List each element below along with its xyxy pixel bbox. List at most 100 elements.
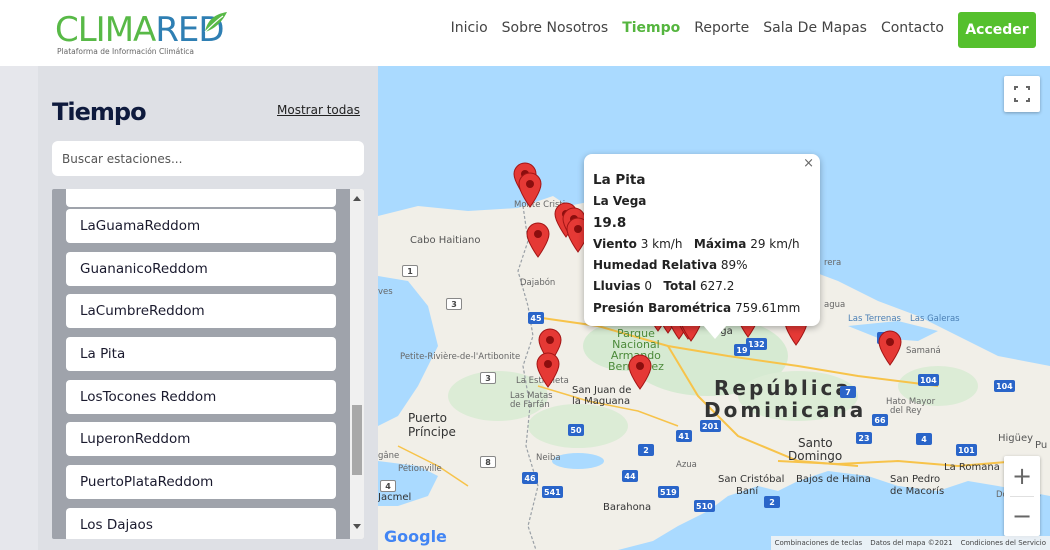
scroll-thumb[interactable] [352,405,362,475]
label-san-juan: San Juan de [572,385,632,396]
nav-inicio[interactable]: Inicio [451,20,488,36]
station-item[interactable]: LosTocones Reddom [66,380,336,414]
fullscreen-icon [1014,86,1030,102]
station-item[interactable]: Los Dajaos [66,508,336,539]
route-shield: 50 [568,424,584,436]
label-la-romana: La Romana [944,462,1000,473]
popup-station-name: La Pita [593,172,646,188]
leaf-icon [204,12,227,33]
route-shield: 519 [658,486,679,498]
label-ves: ves [378,287,393,297]
map-attribution: Combinaciones de teclas Datos del mapa ©… [770,536,1050,550]
route-shield: 510 [694,500,715,512]
label-republica: República [714,376,852,400]
station-item[interactable]: La Pita [66,337,336,371]
label-dominicana: Dominicana [704,398,867,422]
label-de-macoris: de Macorís [890,486,945,497]
station-marker-pin-icon[interactable] [878,330,902,366]
attribution-shortcuts[interactable]: Combinaciones de teclas [775,539,863,547]
label-bani: Baní [736,486,759,497]
label-la-maguana: la Maguana [572,396,631,407]
climared-logo[interactable]: CLIMARED Plataforma de Información Climá… [55,10,235,58]
route-shield: 44 [622,470,638,482]
nav-reporte[interactable]: Reporte [694,20,749,36]
label-azua: Azua [676,460,697,470]
label-domingo: Domingo [788,449,843,463]
header: CLIMARED Plataforma de Información Climá… [0,0,1050,66]
route-shield: 201 [700,420,721,432]
label-gane: gâne [378,451,400,461]
station-marker-pin-icon[interactable] [518,172,542,208]
route-shield: 45 [528,312,544,324]
route-shield: 8 [480,456,496,468]
route-shield: 23 [856,432,872,444]
label-santo: Santo [798,436,833,450]
station-marker-pin-icon[interactable] [526,222,550,258]
label-petionville: Pétionville [398,464,442,474]
station-search-input[interactable] [52,141,364,176]
nav-contacto[interactable]: Contacto [881,20,944,36]
label-dajabon: Dajabón [520,278,556,288]
login-button[interactable]: Acceder [958,12,1036,48]
label-cabo-haitiano: Cabo Haitiano [410,235,481,246]
nav-sala-de-mapas[interactable]: Sala De Mapas [763,20,867,36]
label-pu: Pu [1035,440,1048,451]
fullscreen-button[interactable] [1004,76,1040,112]
route-shield: 46 [522,472,538,484]
route-shield: 66 [872,414,888,426]
scroll-down-arrow-icon[interactable] [353,524,361,529]
zoom-control: + − [1004,456,1040,536]
route-shield: 2 [764,496,780,508]
popup-temperature: 19.8 [593,214,627,231]
nav-tiempo[interactable]: Tiempo [622,20,680,36]
label-barahona: Barahona [603,502,652,513]
label-petite-riviere: Petite-Rivière-de-l'Artibonite [400,352,521,362]
label-san-cristobal: San Cristóbal [718,474,785,485]
attribution-terms[interactable]: Condiciones del Servicio [961,539,1046,547]
google-logo: Google [384,527,447,546]
station-item-partial[interactable] [66,189,336,207]
station-item[interactable]: LuperonReddom [66,422,336,456]
popup-wind-row: Viento 3 km/h Máxima 29 km/h [593,236,800,251]
label-bajos-haina: Bajos de Haina [796,474,871,485]
route-shield: 541 [542,486,563,498]
route-shield: 3 [480,372,496,384]
popup-humidity-row: Humedad Relativa 89% [593,258,748,273]
list-scrollbar[interactable] [350,189,364,539]
route-shield: 4 [916,433,932,445]
route-shield: 7 [840,386,856,398]
route-shield: 1 [402,265,418,277]
route-shield: 2 [638,444,654,456]
main-nav: Inicio Sobre Nosotros Tiempo Reporte Sal… [451,20,944,36]
popup-province: La Vega [593,194,647,209]
sidebar-title: Tiempo [52,98,147,126]
logo-wordmark: CLIMARED [55,10,225,50]
label-del-rey: del Rey [890,406,922,416]
label-samana: Samaná [906,346,941,356]
scroll-up-arrow-icon[interactable] [353,196,361,201]
route-shield: 104 [918,374,939,386]
station-marker-pin-icon[interactable] [536,352,560,388]
nav-sobre-nosotros[interactable]: Sobre Nosotros [502,20,609,36]
zoom-in-button[interactable]: + [1004,456,1040,496]
close-icon[interactable]: × [803,156,814,171]
label-neiba: Neiba [536,453,561,463]
label-san-pedro: San Pedro [890,474,941,485]
label-rera: rera [824,258,842,268]
station-item[interactable]: LaCumbreReddom [66,294,336,328]
left-strip [0,66,38,550]
zoom-out-button[interactable]: − [1004,496,1040,536]
station-item[interactable]: LaGuamaReddom [66,209,336,243]
route-shield: 19 [734,344,750,356]
popup-pressure-row: Presión Barométrica 759.61mm [593,300,801,315]
station-item[interactable]: GuananicoReddom [66,252,336,286]
station-item[interactable]: PuertoPlataReddom [66,465,336,499]
label-principe: Príncipe [408,425,456,439]
label-higuey: Higüey [998,433,1034,444]
route-shield: 41 [676,430,692,442]
popup-tail [703,325,727,339]
attribution-data: Datos del mapa ©2021 [870,539,953,547]
label-las-terrenas: Las Terrenas [848,314,901,324]
show-all-link[interactable]: Mostrar todas [277,103,360,117]
station-marker-pin-icon[interactable] [628,354,652,390]
